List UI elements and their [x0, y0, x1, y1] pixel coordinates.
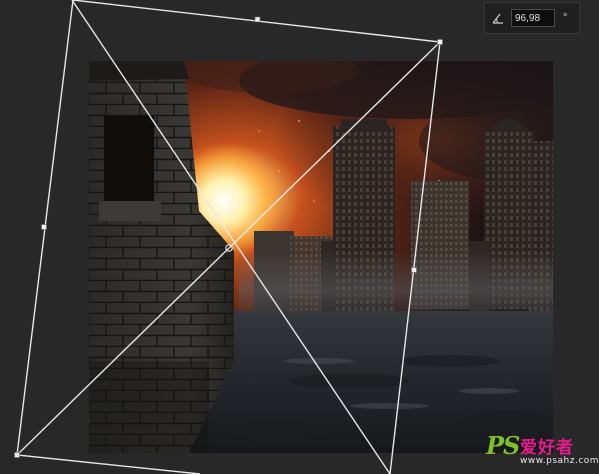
document-image [89, 61, 553, 453]
transform-handle-top-right[interactable] [437, 39, 443, 45]
apocalyptic-city-image [89, 61, 553, 453]
transform-handle-middle-left[interactable] [41, 224, 47, 230]
transform-handle-middle-right[interactable] [411, 267, 417, 273]
transform-handle-bottom-left[interactable] [14, 452, 20, 458]
rotation-readout-panel: ° [484, 2, 580, 34]
angle-icon [492, 13, 503, 24]
watermark-logo: PS 爱好者 www.psahz.com [486, 431, 599, 467]
transform-handle-top-middle[interactable] [254, 16, 261, 23]
angle-unit-label: ° [563, 12, 568, 24]
rotation-angle-input[interactable] [511, 9, 555, 27]
watermark-chinese-text: 爱好者 [520, 438, 574, 458]
canvas-area[interactable] [0, 0, 599, 474]
watermark-url: www.psahz.com [520, 456, 599, 466]
watermark-brand: PS [486, 431, 520, 460]
